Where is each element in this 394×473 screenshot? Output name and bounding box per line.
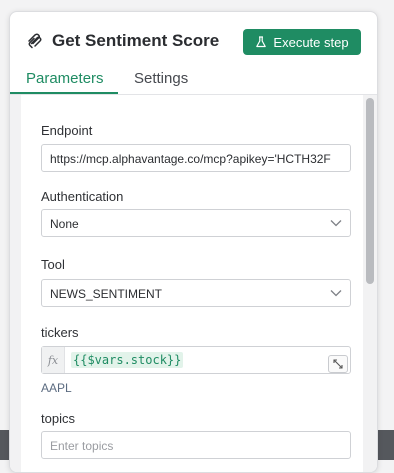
tickers-expression: {{$vars.stock}}	[71, 352, 184, 368]
tickers-label: tickers	[41, 325, 79, 340]
scrollbar[interactable]	[366, 98, 374, 284]
authentication-select[interactable]: None	[41, 209, 351, 237]
execute-step-label: Execute step	[273, 34, 349, 50]
topics-label: topics	[41, 411, 75, 426]
node-parameters-panel: Get Sentiment Score Execute step Paramet…	[9, 11, 378, 473]
execute-step-button[interactable]: Execute step	[243, 29, 361, 55]
topics-input[interactable]: Enter topics	[41, 431, 351, 459]
fx-badge: fx	[42, 347, 65, 373]
node-title: Get Sentiment Score	[52, 31, 220, 50]
flask-icon	[256, 36, 267, 48]
parameters-form: Endpoint https://mcp.alphavantage.co/mcp…	[21, 95, 363, 472]
tickers-resolved-value: AAPL	[41, 381, 72, 395]
tickers-expression-input[interactable]: fx {{$vars.stock}}	[41, 346, 351, 374]
chevron-down-icon	[330, 290, 342, 297]
mcp-client-icon	[28, 33, 42, 49]
tool-select[interactable]: NEWS_SENTIMENT	[41, 279, 351, 307]
chevron-down-icon	[330, 220, 342, 227]
authentication-value: None	[50, 217, 79, 231]
endpoint-value: https://mcp.alphavantage.co/mcp?apikey='…	[50, 152, 331, 166]
tool-value: NEWS_SENTIMENT	[50, 287, 163, 301]
panel-header: Get Sentiment Score Execute step	[10, 12, 377, 70]
parameters-body: Endpoint https://mcp.alphavantage.co/mcp…	[10, 95, 377, 472]
expand-icon	[333, 359, 343, 369]
authentication-label: Authentication	[41, 189, 124, 204]
open-expression-editor-button[interactable]	[328, 355, 348, 373]
topics-placeholder: Enter topics	[50, 439, 114, 453]
tab-parameters[interactable]: Parameters	[26, 70, 104, 94]
active-tab-indicator	[10, 92, 118, 94]
tool-label: Tool	[41, 257, 65, 272]
endpoint-label: Endpoint	[41, 123, 93, 138]
endpoint-input[interactable]: https://mcp.alphavantage.co/mcp?apikey='…	[41, 144, 351, 172]
tab-settings[interactable]: Settings	[134, 70, 188, 94]
